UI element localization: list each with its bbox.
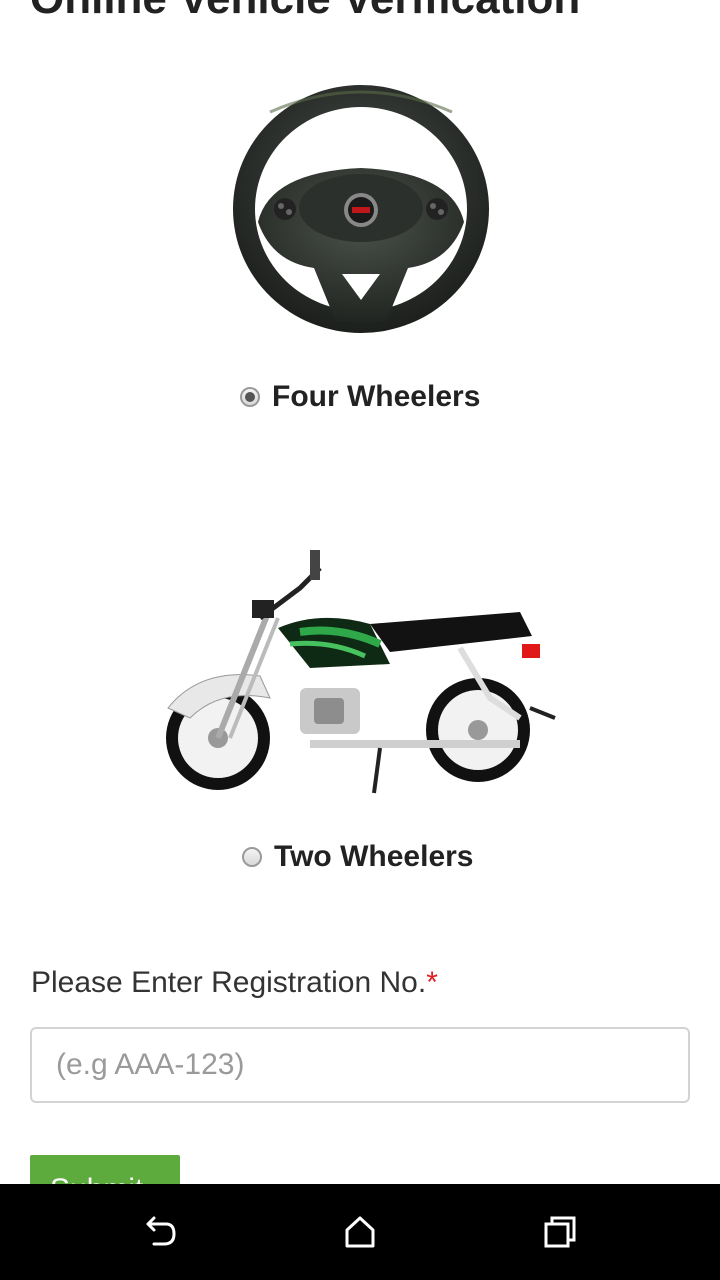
two-wheelers-option[interactable]: Two Wheelers (242, 840, 473, 874)
android-nav-bar (0, 1184, 720, 1280)
registration-input[interactable] (30, 1027, 690, 1103)
four-wheelers-label[interactable]: Four Wheelers (272, 380, 480, 414)
submit-button[interactable]: Submit (30, 1155, 180, 1184)
steering-wheel-image[interactable] (230, 82, 492, 336)
recent-apps-icon[interactable] (530, 1202, 590, 1262)
home-icon[interactable] (330, 1202, 390, 1262)
page-title: Online Vehicle Verification (30, 0, 580, 24)
back-icon[interactable] (130, 1202, 190, 1262)
two-wheelers-radio[interactable] (242, 847, 262, 867)
required-asterisk: * (426, 966, 438, 999)
registration-label: Please Enter Registration No.* (31, 966, 438, 1000)
four-wheelers-option[interactable]: Four Wheelers (240, 380, 480, 414)
four-wheelers-radio[interactable] (240, 387, 260, 407)
app-viewport: Online Vehicle Verification Four Wheel (0, 0, 720, 1184)
registration-label-text: Please Enter Registration No. (31, 966, 427, 999)
two-wheelers-label[interactable]: Two Wheelers (274, 840, 473, 874)
motorcycle-image[interactable] (160, 548, 560, 798)
